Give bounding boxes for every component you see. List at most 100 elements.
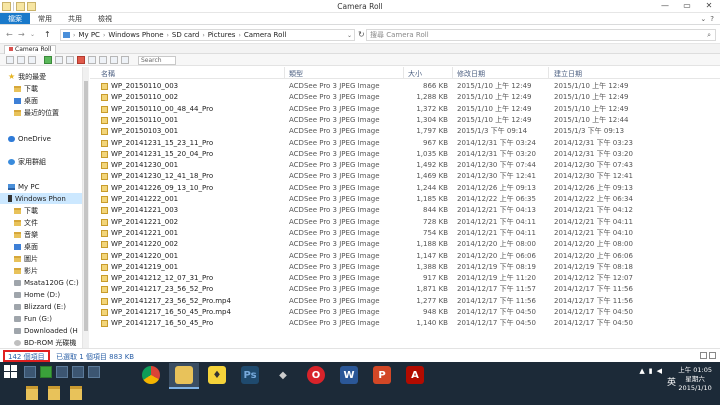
- tab-home[interactable]: 常用: [30, 13, 60, 24]
- sidebar-item-12[interactable]: 桌面: [0, 241, 82, 252]
- back-button[interactable]: ←: [6, 30, 13, 39]
- sidebar-item-16[interactable]: Home (D:): [0, 289, 82, 300]
- copy-icon[interactable]: [17, 56, 25, 64]
- clover-icon[interactable]: [40, 366, 52, 378]
- monitor-icon[interactable]: [72, 366, 84, 378]
- table-row[interactable]: WP_20141231_15_23_11_Pro ACDSee Pro 3 JPE…: [90, 138, 720, 148]
- taskbar-3d-app[interactable]: ◆: [268, 363, 298, 389]
- folder-up-icon[interactable]: [55, 56, 63, 64]
- taskbar-powerpoint[interactable]: P: [367, 363, 397, 389]
- taskbar-chrome[interactable]: [136, 363, 166, 389]
- column-size[interactable]: 大小: [408, 69, 422, 79]
- mini-search-input[interactable]: Search: [138, 56, 176, 65]
- sidebar-item-13[interactable]: 圖片: [0, 253, 82, 264]
- share-icon[interactable]: [99, 56, 107, 64]
- table-row[interactable]: WP_20150110_00_48_44_Pro ACDSee Pro 3 JPE…: [90, 104, 720, 114]
- table-row[interactable]: WP_20141221_003 ACDSee Pro 3 JPEG Image 84…: [90, 205, 720, 215]
- up-button[interactable]: ↑: [44, 30, 51, 39]
- sidebar-item-4[interactable]: 最近的位置: [0, 107, 82, 118]
- sidebar-item-7[interactable]: My PC: [0, 181, 82, 192]
- rename-icon[interactable]: [88, 56, 96, 64]
- minimize-button[interactable]: —: [654, 0, 676, 12]
- search-input[interactable]: 搜尋 Camera Roll ⌕: [366, 29, 716, 41]
- calendar-icon[interactable]: [56, 366, 68, 378]
- maximize-button[interactable]: ▭: [676, 0, 698, 12]
- column-name[interactable]: 名稱: [101, 69, 115, 79]
- desktop-icon[interactable]: [24, 366, 36, 378]
- large-icons-view-icon[interactable]: [709, 352, 716, 359]
- tab-camera-roll[interactable]: Camera Roll: [4, 45, 57, 54]
- sidebar-item-10[interactable]: 文件: [0, 217, 82, 228]
- sidebar-item-17[interactable]: Blizzard (E:): [0, 301, 82, 312]
- table-row[interactable]: WP_20150110_002 ACDSee Pro 3 JPEG Image 1,…: [90, 92, 720, 102]
- taskbar-pin-app[interactable]: ♦: [202, 363, 232, 389]
- column-modified[interactable]: 修改日期: [457, 69, 485, 79]
- sync-icon[interactable]: [44, 56, 52, 64]
- refresh-icon[interactable]: ↻: [358, 30, 365, 39]
- forward-button[interactable]: →: [18, 30, 25, 39]
- sidebar-item-2[interactable]: 下載: [0, 83, 82, 94]
- table-row[interactable]: WP_20141217_16_50_45_Pro.mp4 ACDSee Pro 3…: [90, 307, 720, 317]
- table-row[interactable]: WP_20141212_12_07_31_Pro ACDSee Pro 3 JPE…: [90, 273, 720, 283]
- scrollbar-thumb[interactable]: [84, 81, 88, 331]
- column-type[interactable]: 類型: [289, 69, 303, 79]
- sidebar-item-19[interactable]: Downloaded (H: [0, 325, 82, 336]
- recent-locations-button[interactable]: ⌄: [30, 31, 35, 38]
- table-row[interactable]: WP_20141226_09_13_10_Pro ACDSee Pro 3 JPE…: [90, 183, 720, 193]
- sidebar-item-18[interactable]: Fun (G:): [0, 313, 82, 324]
- tab-share[interactable]: 共用: [60, 13, 90, 24]
- start-button[interactable]: [4, 365, 18, 379]
- sidebar-item-9[interactable]: 下載: [0, 205, 82, 216]
- breadcrumb-pictures[interactable]: Pictures: [208, 31, 236, 39]
- sidebar-item-6[interactable]: 家用群組: [0, 156, 82, 167]
- sidebar-item-3[interactable]: 桌面: [0, 95, 82, 106]
- table-row[interactable]: WP_20141231_15_20_04_Pro ACDSee Pro 3 JPE…: [90, 149, 720, 159]
- table-row[interactable]: WP_20141230_12_41_18_Pro ACDSee Pro 3 JPE…: [90, 171, 720, 181]
- show-hidden-icons-icon[interactable]: ▲: [639, 367, 644, 375]
- column-created[interactable]: 建立日期: [554, 69, 582, 79]
- navigation-scrollbar[interactable]: [82, 67, 89, 348]
- move-icon[interactable]: [28, 56, 36, 64]
- breadcrumb-my-pc[interactable]: My PC: [78, 31, 100, 39]
- clock[interactable]: 上午 01:05 星期六 2015/1/10: [678, 366, 712, 393]
- breadcrumb-camera-roll[interactable]: Camera Roll: [244, 31, 286, 39]
- table-row[interactable]: WP_20150110_003 ACDSee Pro 3 JPEG Image 86…: [90, 81, 720, 91]
- breadcrumb[interactable]: › My PC › Windows Phone › SD card › Pict…: [60, 29, 355, 41]
- table-row[interactable]: WP_20141217_16_50_45_Pro ACDSee Pro 3 JPE…: [90, 318, 720, 328]
- properties-icon[interactable]: [66, 56, 74, 64]
- close-button[interactable]: ✕: [698, 0, 720, 12]
- taskbar-word[interactable]: W: [334, 363, 364, 389]
- table-row[interactable]: WP_20141217_23_56_52_Pro ACDSee Pro 3 JPE…: [90, 284, 720, 294]
- table-row[interactable]: WP_20141217_23_56_52_Pro.mp4 ACDSee Pro 3…: [90, 296, 720, 306]
- sidebar-item-15[interactable]: Msata120G (C:): [0, 277, 82, 288]
- network-icon[interactable]: ▮: [649, 367, 653, 375]
- table-row[interactable]: WP_20150103_001 ACDSee Pro 3 JPEG Image 1,…: [90, 126, 720, 136]
- window-icon[interactable]: [88, 366, 100, 378]
- sidebar-item-8[interactable]: Windows Phon: [0, 193, 82, 204]
- sidebar-item-11[interactable]: 音樂: [0, 229, 82, 240]
- sort-icon[interactable]: [110, 56, 118, 64]
- table-row[interactable]: WP_20141219_001 ACDSee Pro 3 JPEG Image 1,…: [90, 262, 720, 272]
- folder-icon[interactable]: [70, 386, 82, 400]
- sidebar-item-20[interactable]: BD-ROM 光碟機: [0, 337, 82, 348]
- help-icon[interactable]: ?: [710, 15, 714, 23]
- view-icon[interactable]: [6, 56, 14, 64]
- table-row[interactable]: WP_20150110_001 ACDSee Pro 3 JPEG Image 1,…: [90, 115, 720, 125]
- table-row[interactable]: WP_20141220_001 ACDSee Pro 3 JPEG Image 1,…: [90, 251, 720, 261]
- search-icon[interactable]: ⌕: [707, 30, 711, 40]
- table-row[interactable]: WP_20141222_001 ACDSee Pro 3 JPEG Image 1,…: [90, 194, 720, 204]
- tab-file[interactable]: 檔案: [0, 13, 30, 24]
- table-row[interactable]: WP_20141230_001 ACDSee Pro 3 JPEG Image 1,…: [90, 160, 720, 170]
- taskbar-acrobat[interactable]: A: [400, 363, 430, 389]
- taskbar-file-explorer[interactable]: [169, 363, 199, 389]
- tab-view[interactable]: 檢視: [90, 13, 120, 24]
- chevron-down-icon[interactable]: ⌄: [347, 32, 354, 39]
- details-view-icon[interactable]: [700, 352, 707, 359]
- sidebar-item-1[interactable]: ★ 我的最愛: [0, 71, 82, 82]
- volume-icon[interactable]: ◀: [657, 367, 662, 375]
- folder-icon[interactable]: [26, 386, 38, 400]
- folder-icon[interactable]: [48, 386, 60, 400]
- sidebar-item-5[interactable]: OneDrive: [0, 133, 82, 144]
- sidebar-item-14[interactable]: 影片: [0, 265, 82, 276]
- taskbar-opera[interactable]: O: [301, 363, 331, 389]
